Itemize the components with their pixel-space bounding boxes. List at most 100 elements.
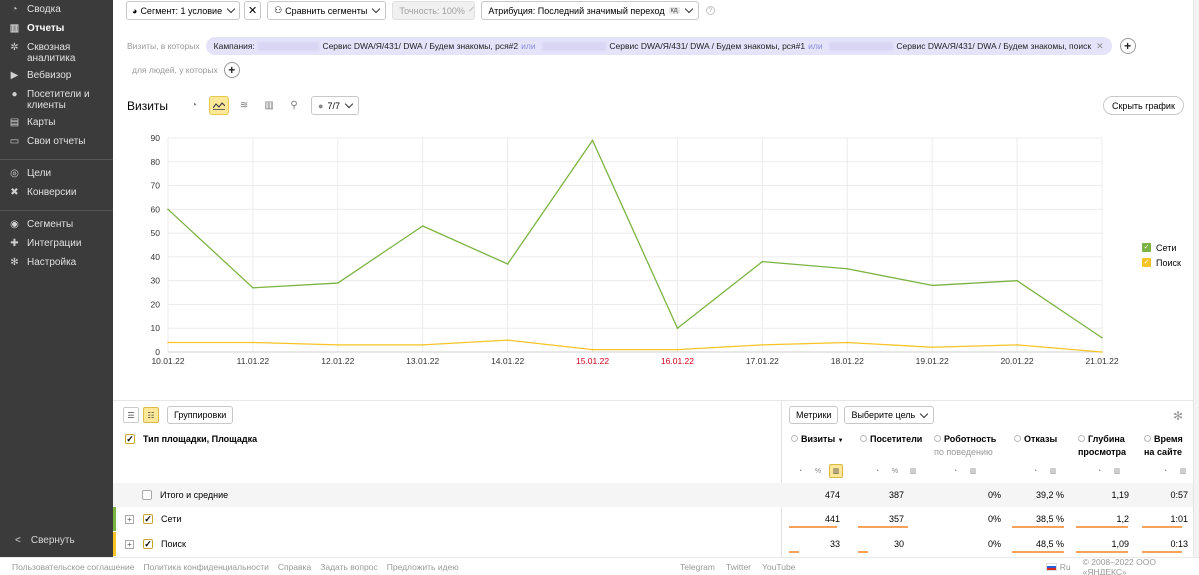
metrics-button[interactable]: Метрики xyxy=(789,406,839,424)
metric-header-sublabel: по поведению xyxy=(934,447,993,457)
metric-header-sublabel: просмотра xyxy=(1078,447,1127,457)
footer-link[interactable]: Предложить идею xyxy=(387,562,459,572)
y-tick-label: 30 xyxy=(151,276,161,286)
cell-value: 0% xyxy=(987,539,1001,549)
cell-value: 39,2 % xyxy=(1035,490,1064,500)
x-tick-label: 13.01.22 xyxy=(406,356,439,366)
x-tick-label: 12.01.22 xyxy=(321,356,354,366)
metric-header-1[interactable]: Посетители xyxy=(860,434,922,447)
percent-icon[interactable]: % xyxy=(811,464,825,478)
x-tick-label: 18.01.22 xyxy=(831,356,864,366)
chevron-left-icon: < xyxy=(15,535,21,546)
totals-row[interactable]: Итого и средние 474 387 0% 39,2 % 1,19 0:57 xyxy=(113,483,1193,507)
cell-bar xyxy=(789,526,837,528)
bar-chart-icon[interactable]: ▥ xyxy=(829,464,843,478)
goal-select[interactable]: Выберите цель xyxy=(844,406,935,424)
footer-link[interactable]: Задать вопрос xyxy=(320,562,378,572)
metric-header-label: Отказы xyxy=(1024,434,1058,444)
metric-header-label: Роботность xyxy=(944,434,997,444)
expand-icon[interactable]: + xyxy=(125,514,134,524)
goal-label: Выберите цель xyxy=(851,410,916,420)
collapse-sidebar-button[interactable]: < Свернуть xyxy=(15,535,75,546)
page-scrollbar[interactable] xyxy=(1193,0,1199,557)
data-point xyxy=(591,348,594,351)
metric-header-0[interactable]: Визиты ▼ xyxy=(791,434,844,447)
metric-header-sublabel: на сайте xyxy=(1144,447,1183,457)
metric-header-5[interactable]: Время на сайте xyxy=(1144,434,1183,458)
row-label: Поиск xyxy=(161,539,186,549)
checkbox-icon[interactable] xyxy=(142,490,152,500)
bar-chart-icon[interactable]: ▥ xyxy=(1176,464,1190,478)
dimension-header[interactable]: ✓ Тип площадки, Площадка xyxy=(125,434,257,444)
x-tick-label: 16.01.22 xyxy=(661,356,694,366)
footer: Пользовательское соглашение Политика конф… xyxy=(0,557,1199,575)
pie-chart-icon[interactable]: ◔ xyxy=(1092,464,1106,478)
russia-flag-icon xyxy=(1046,562,1057,571)
metric-header-2[interactable]: Роботность по поведению xyxy=(934,434,996,458)
metric-view-toggles: ◔ ▥ xyxy=(1158,464,1194,478)
language-switch[interactable]: Ru xyxy=(1060,562,1071,572)
groupings-button[interactable]: Группировки xyxy=(167,406,234,424)
cell-bar xyxy=(1012,551,1064,553)
social-link[interactable]: Twitter xyxy=(726,562,751,572)
info-icon[interactable] xyxy=(860,435,867,442)
checkbox-icon[interactable]: ✓ xyxy=(125,434,135,444)
legend-item[interactable]: ✓ Сети xyxy=(1142,240,1181,255)
bar-chart-icon[interactable]: ▥ xyxy=(1110,464,1124,478)
row-label: Сети xyxy=(161,514,182,524)
gear-icon[interactable]: ✻ xyxy=(1173,409,1183,423)
footer-link[interactable]: Политика конфиденциальности xyxy=(143,562,268,572)
info-icon[interactable] xyxy=(934,435,941,442)
checkbox-icon[interactable]: ✓ xyxy=(143,514,153,524)
groupings-label: Группировки xyxy=(174,410,227,420)
bar-chart-icon[interactable]: ▥ xyxy=(966,464,980,478)
cell-value: 30 xyxy=(893,539,904,549)
cell-value: 1,2 xyxy=(1116,514,1129,524)
pie-chart-icon[interactable]: ◔ xyxy=(948,464,962,478)
legend-checkbox-icon[interactable]: ✓ xyxy=(1142,258,1151,267)
checkbox-icon[interactable]: ✓ xyxy=(143,539,153,549)
flat-list-button[interactable]: ☰ xyxy=(123,407,139,423)
data-point xyxy=(931,346,933,349)
pie-chart-icon[interactable]: ◔ xyxy=(870,464,884,478)
table-row[interactable]: + ✓ Поиск 33 30 0% 48,5 % 1,09 0:13 xyxy=(113,532,1193,556)
cell-bar xyxy=(858,551,868,553)
footer-link[interactable]: Справка xyxy=(278,562,311,572)
data-point xyxy=(761,344,764,346)
cell-value: 1,09 xyxy=(1111,539,1129,549)
y-tick-label: 70 xyxy=(151,181,161,191)
legend-item[interactable]: ✓ Поиск xyxy=(1142,255,1181,270)
info-icon[interactable] xyxy=(1014,435,1021,442)
pie-chart-icon[interactable]: ◔ xyxy=(1028,464,1042,478)
data-point xyxy=(506,263,509,265)
metric-header-3[interactable]: Отказы xyxy=(1014,434,1057,447)
bar-chart-icon[interactable]: ▥ xyxy=(1046,464,1060,478)
metric-header-label: Время xyxy=(1154,434,1183,444)
data-point xyxy=(1101,336,1103,339)
social-link[interactable]: YouTube xyxy=(762,562,795,572)
copyright: © 2008–2022 ООО «ЯНДЕКС» xyxy=(1082,556,1156,575)
info-icon[interactable] xyxy=(1144,435,1151,442)
table-row[interactable]: + ✓ Сети 441 357 0% 38,5 % 1,2 1:01 xyxy=(113,507,1193,531)
y-tick-label: 80 xyxy=(151,157,161,167)
info-icon[interactable] xyxy=(791,435,798,442)
x-tick-label: 11.01.22 xyxy=(237,356,270,366)
social-link[interactable]: Telegram xyxy=(680,562,715,572)
expand-icon[interactable]: + xyxy=(125,539,134,549)
data-point xyxy=(337,344,339,346)
footer-link[interactable]: Пользовательское соглашение xyxy=(12,562,134,572)
pie-chart-icon[interactable]: ◔ xyxy=(1158,464,1172,478)
cell-value: 48,5 % xyxy=(1035,539,1064,549)
data-point xyxy=(1016,344,1018,346)
metric-header-label: Визиты xyxy=(801,434,836,444)
legend-checkbox-icon[interactable]: ✓ xyxy=(1142,243,1151,252)
report-table: ☰ ☷ Группировки Метрики Выберите цель ✻ … xyxy=(113,400,1194,558)
data-point xyxy=(1101,351,1103,353)
bar-chart-icon[interactable]: ▥ xyxy=(906,464,920,478)
x-tick-label: 20.01.22 xyxy=(1001,356,1034,366)
info-icon[interactable] xyxy=(1078,435,1085,442)
metric-header-4[interactable]: Глубина просмотра xyxy=(1078,434,1126,458)
tree-view-button[interactable]: ☷ xyxy=(143,407,159,423)
pie-chart-icon[interactable]: ◔ xyxy=(793,464,807,478)
percent-icon[interactable]: % xyxy=(888,464,902,478)
